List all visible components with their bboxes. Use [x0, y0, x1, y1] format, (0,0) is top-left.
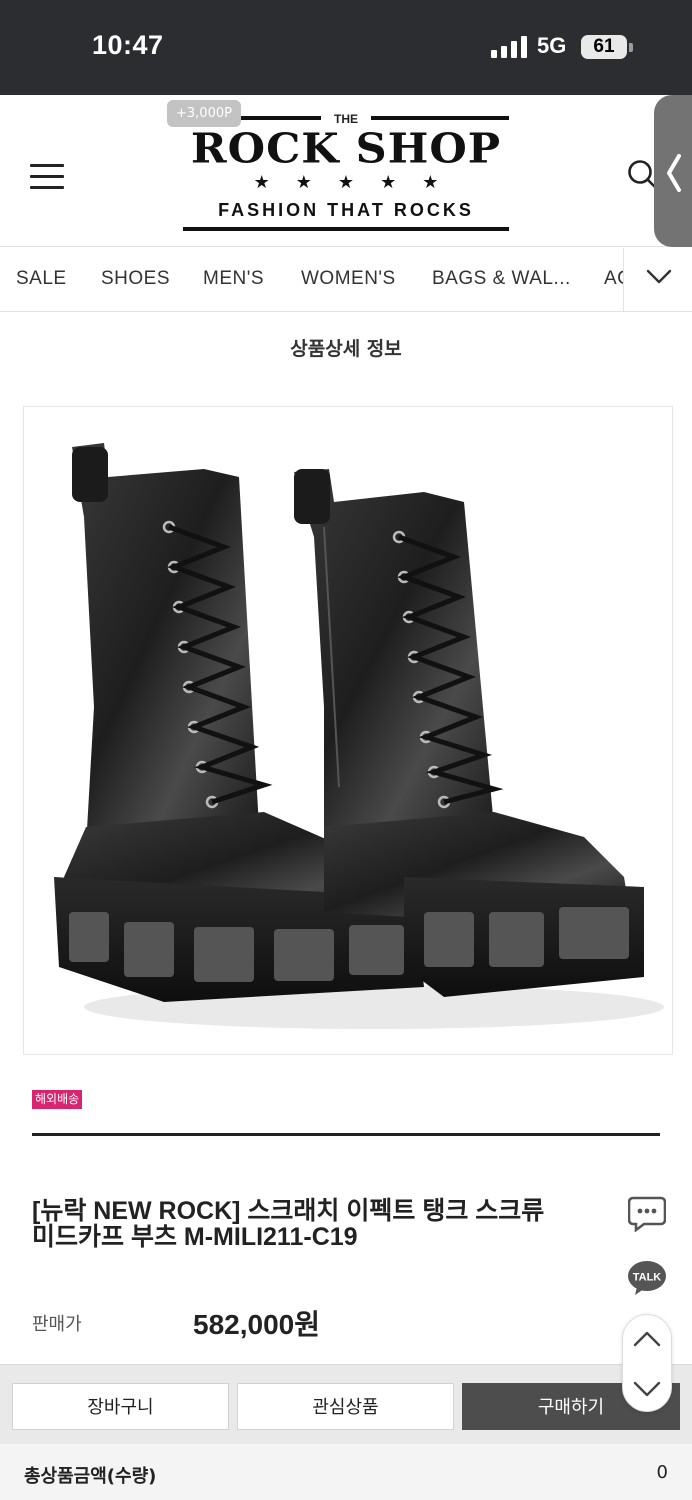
- signal-icon: [491, 36, 527, 58]
- scroll-to-bottom-button[interactable]: [623, 1365, 671, 1413]
- total-row: 총상품금액(수량) 0: [0, 1444, 692, 1500]
- section-divider: [32, 1133, 660, 1136]
- kakao-talk-icon[interactable]: TALK: [627, 1259, 667, 1297]
- overseas-shipping-badge: 해외배송: [32, 1090, 83, 1109]
- product-image[interactable]: [23, 406, 673, 1055]
- chevron-up-icon: [633, 1331, 661, 1347]
- chat-bubble-icon[interactable]: [627, 1196, 667, 1233]
- category-womens[interactable]: WOMEN'S: [301, 268, 396, 290]
- category-mens[interactable]: MEN'S: [203, 268, 264, 290]
- product-name: [뉴락 NEW ROCK] 스크래치 이펙트 탱크 스크류 미드카프 부츠 M-…: [32, 1198, 600, 1250]
- boots-illustration: [54, 443, 664, 1029]
- total-label: 총상품금액(수량): [24, 1466, 157, 1487]
- add-to-cart-button[interactable]: 장바구니: [12, 1383, 229, 1430]
- chevron-left-icon: [664, 153, 684, 193]
- product-name-line-1: [뉴락 NEW ROCK] 스크래치 이펙트 탱크 스크류: [32, 1197, 545, 1225]
- category-nav: SALE SHOES MEN'S WOMEN'S BAGS & WAL... A…: [0, 248, 692, 312]
- category-shoes[interactable]: SHOES: [101, 268, 170, 290]
- section-title: 상품상세 정보: [290, 338, 402, 360]
- site-header: THE ROCK SHOP ★★★★★ FASHION THAT ROCKS +…: [0, 95, 692, 247]
- side-drawer-tab[interactable]: [654, 95, 692, 247]
- category-expand-button[interactable]: [623, 248, 692, 311]
- price-label: 판매가: [32, 1314, 82, 1335]
- network-type: 5G: [537, 33, 567, 58]
- battery-icon: 61: [581, 35, 627, 59]
- logo-stars: ★★★★★: [253, 172, 465, 193]
- point-badge: +3,000P: [167, 100, 241, 127]
- status-time: 10:47: [92, 30, 164, 60]
- battery-cap: [629, 43, 633, 52]
- status-bar: 10:47 5G 61: [0, 0, 692, 95]
- talk-label: TALK: [633, 1272, 662, 1284]
- total-value: 0: [656, 1462, 668, 1483]
- chevron-down-icon: [646, 269, 672, 284]
- search-icon[interactable]: [627, 159, 657, 189]
- product-name-line-2: 미드카프 부츠 M-MILI211-C19: [32, 1223, 358, 1251]
- logo-name: ROCK SHOP: [190, 125, 502, 173]
- price-value: 582,000원: [193, 1309, 320, 1340]
- scroll-buttons: [622, 1314, 672, 1412]
- scroll-to-top-button[interactable]: [623, 1315, 671, 1363]
- category-sale[interactable]: SALE: [16, 268, 67, 290]
- battery-level: 61: [593, 36, 615, 57]
- hamburger-menu-icon[interactable]: [30, 164, 64, 190]
- wishlist-button[interactable]: 관심상품: [237, 1383, 454, 1430]
- category-bags-wallets[interactable]: BAGS & WAL...: [432, 268, 571, 290]
- site-logo[interactable]: THE ROCK SHOP ★★★★★ FASHION THAT ROCKS: [183, 112, 509, 234]
- logo-tagline: FASHION THAT ROCKS: [218, 200, 474, 220]
- action-bar: 장바구니 관심상품 구매하기: [0, 1364, 692, 1444]
- chevron-down-icon: [633, 1381, 661, 1397]
